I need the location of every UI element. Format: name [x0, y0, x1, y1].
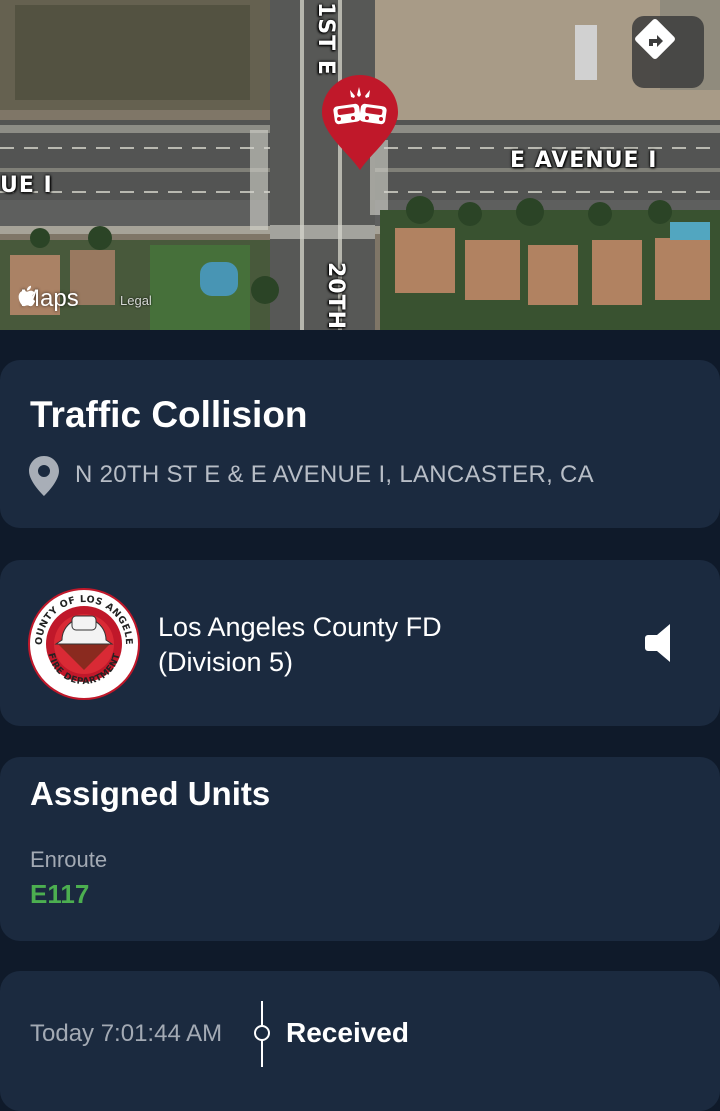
incident-title: Traffic Collision: [30, 394, 308, 435]
apple-maps-logo: Maps: [18, 285, 79, 313]
legal-link[interactable]: Legal: [120, 293, 152, 308]
road-label-avenue-right: E AVENUE I: [510, 148, 658, 173]
location-pin-icon: [28, 455, 60, 497]
incident-card: Traffic Collision N 20TH ST E & E AVENUE…: [0, 360, 720, 528]
timeline-card: Today 7:01:44 AM Received: [0, 971, 720, 1111]
incident-address[interactable]: N 20TH ST E & E AVENUE I, LANCASTER, CA: [75, 461, 594, 489]
road-label-avenue-left: UE I: [0, 173, 53, 198]
agency-name-line2: (Division 5): [158, 647, 294, 677]
incident-map-pin[interactable]: [320, 73, 400, 173]
road-label-street-bottom: 20TH: [323, 262, 348, 330]
incident-map[interactable]: E AVENUE I UE I 1ST E 20TH Maps Legal: [0, 0, 720, 330]
timeline-time: Today 7:01:44 AM: [30, 1020, 223, 1047]
agency-name-line1: Los Angeles County FD: [158, 612, 442, 642]
units-title: Assigned Units: [30, 775, 271, 812]
unit-id[interactable]: E117: [30, 879, 89, 910]
road-label-street-top: 1ST E: [313, 2, 338, 76]
fire-department-seal: COUNTY OF LOS ANGELES FIRE DEPARTMENT: [24, 580, 140, 700]
directions-button[interactable]: [632, 16, 704, 88]
timeline-event: Received: [286, 1017, 409, 1048]
agency-name: Los Angeles County FD (Division 5): [158, 610, 442, 680]
speaker-icon[interactable]: [644, 622, 676, 664]
assigned-units-card: Assigned Units Enroute E117: [0, 757, 720, 941]
timeline-dot: [254, 1025, 270, 1041]
agency-card[interactable]: COUNTY OF LOS ANGELES FIRE DEPARTMENT Lo…: [0, 560, 720, 726]
unit-status: Enroute: [30, 847, 108, 872]
